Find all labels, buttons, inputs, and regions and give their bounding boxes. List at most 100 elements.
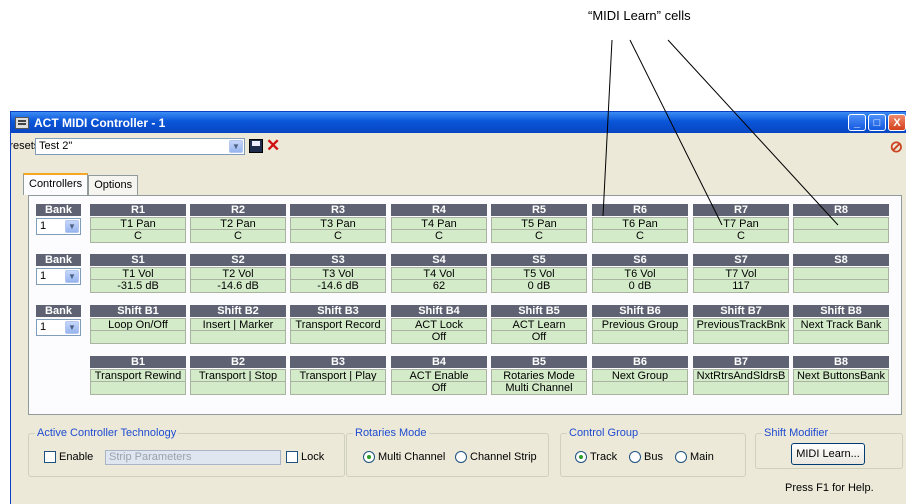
strip-parameters-field[interactable]: Strip Parameters (105, 450, 281, 465)
bank-dropdown[interactable]: 1 ▼ (36, 268, 81, 285)
tab-options[interactable]: Options (88, 175, 139, 195)
controller-assignment[interactable]: T7 Vol (693, 267, 789, 280)
radio-track[interactable]: Track (575, 451, 617, 464)
controller-cell: Shift B8 Next Track Bank (793, 305, 889, 344)
bank-dropdown[interactable]: 1 ▼ (36, 218, 81, 235)
close-button[interactable]: X (888, 114, 906, 131)
controller-cell: B4 ACT Enable Off (391, 356, 487, 395)
lock-checkbox[interactable]: Lock (286, 451, 324, 464)
save-icon[interactable] (249, 139, 263, 153)
bank-selector: Bank 1 ▼ (36, 305, 81, 336)
controller-value: 0 dB (592, 280, 688, 293)
controller-header: B1 (90, 356, 186, 368)
controller-assignment[interactable]: Previous Group (592, 318, 688, 331)
controller-assignment[interactable]: T5 Pan (491, 217, 587, 230)
controller-assignment[interactable]: T3 Vol (290, 267, 386, 280)
enable-checkbox[interactable]: Enable (44, 451, 93, 464)
chevron-down-icon[interactable]: ▼ (65, 321, 79, 334)
controller-assignment[interactable]: Next Track Bank (793, 318, 889, 331)
bank-selector: Bank 1 ▼ (36, 254, 81, 285)
controller-cell: R6 T6 Pan C (592, 204, 688, 243)
control-group-groupbox: Control Group Track Bus Main (560, 427, 746, 477)
controller-assignment[interactable]: Transport | Stop (190, 369, 286, 382)
delete-icon[interactable]: ✕ (266, 136, 280, 156)
controller-cell: R3 T3 Pan C (290, 204, 386, 243)
controller-header: Shift B2 (190, 305, 286, 317)
controller-value: 117 (693, 280, 789, 293)
radio-channel-strip-dot[interactable] (455, 451, 467, 464)
radio-main[interactable]: Main (675, 451, 714, 464)
bank-value: 1 (40, 321, 47, 333)
controller-cell: Shift B5 ACT Learn Off (491, 305, 587, 344)
controller-cell: B8 Next ButtonsBank (793, 356, 889, 395)
controller-cell: R1 T1 Pan C (90, 204, 186, 243)
controller-assignment[interactable] (793, 217, 889, 230)
midi-learn-callout: “MIDI Learn” cells (588, 8, 691, 23)
controller-assignment[interactable]: T2 Vol (190, 267, 286, 280)
controller-assignment[interactable]: Next Group (592, 369, 688, 382)
disable-icon[interactable]: ⊘ (890, 137, 903, 157)
bank-dropdown[interactable]: 1 ▼ (36, 319, 81, 336)
controller-header: R7 (693, 204, 789, 216)
controller-assignment[interactable]: Transport Rewind (90, 369, 186, 382)
controller-assignment[interactable]: Loop On/Off (90, 318, 186, 331)
controller-cell: B7 NxtRtrsAndSldrsB (693, 356, 789, 395)
controller-assignment[interactable]: NxtRtrsAndSldrsB (693, 369, 789, 382)
controller-assignment[interactable]: Insert | Marker (190, 318, 286, 331)
controller-cell: Shift B4 ACT Lock Off (391, 305, 487, 344)
bus-label: Bus (644, 451, 663, 464)
controller-assignment[interactable]: ACT Enable (391, 369, 487, 382)
title-bar[interactable]: ACT MIDI Controller - 1 _ □ X (11, 112, 906, 133)
minimize-button[interactable]: _ (848, 114, 866, 131)
act-groupbox: Active Controller Technology Enable Stri… (28, 427, 345, 477)
controller-assignment[interactable] (793, 267, 889, 280)
radio-multi-channel[interactable]: Multi Channel (363, 451, 445, 464)
controller-assignment[interactable]: Transport | Play (290, 369, 386, 382)
controller-header: S3 (290, 254, 386, 266)
controller-value (190, 331, 286, 344)
controller-header: B4 (391, 356, 487, 368)
controller-assignment[interactable]: ACT Lock (391, 318, 487, 331)
controller-cell: S3 T3 Vol -14.6 dB (290, 254, 386, 293)
controller-assignment[interactable]: T7 Pan (693, 217, 789, 230)
controller-header: B5 (491, 356, 587, 368)
radio-main-dot[interactable] (675, 451, 687, 464)
controller-assignment[interactable]: Transport Record (290, 318, 386, 331)
presets-combo[interactable]: Test 2" ▼ (35, 138, 245, 155)
controller-assignment[interactable]: T5 Vol (491, 267, 587, 280)
chevron-down-icon[interactable]: ▼ (65, 220, 79, 233)
controller-assignment[interactable]: T4 Vol (391, 267, 487, 280)
controller-assignment[interactable]: Rotaries Mode (491, 369, 587, 382)
radio-bus[interactable]: Bus (629, 451, 663, 464)
radio-multi-channel-dot[interactable] (363, 451, 375, 464)
control-group-title: Control Group (567, 427, 641, 439)
controller-assignment[interactable]: T6 Pan (592, 217, 688, 230)
controller-assignment[interactable]: ACT Learn (491, 318, 587, 331)
chevron-down-icon[interactable]: ▼ (65, 270, 79, 283)
controller-assignment[interactable]: T1 Vol (90, 267, 186, 280)
controller-value (693, 382, 789, 395)
controller-cell: S8 (793, 254, 889, 293)
controller-assignment[interactable]: PreviousTrackBnk (693, 318, 789, 331)
radio-bus-dot[interactable] (629, 451, 641, 464)
radio-track-dot[interactable] (575, 451, 587, 464)
controller-assignment[interactable]: T1 Pan (90, 217, 186, 230)
chevron-down-icon[interactable]: ▼ (229, 140, 243, 153)
controller-cell: R7 T7 Pan C (693, 204, 789, 243)
controller-assignment[interactable]: Next ButtonsBank (793, 369, 889, 382)
controller-assignment[interactable]: T3 Pan (290, 217, 386, 230)
controller-assignment[interactable]: T2 Pan (190, 217, 286, 230)
controller-value (693, 331, 789, 344)
controller-cell: S7 T7 Vol 117 (693, 254, 789, 293)
controller-header: B6 (592, 356, 688, 368)
controller-header: B2 (190, 356, 286, 368)
tab-controllers[interactable]: Controllers (23, 173, 89, 195)
controller-assignment[interactable]: T4 Pan (391, 217, 487, 230)
radio-channel-strip[interactable]: Channel Strip (455, 451, 537, 464)
maximize-button[interactable]: □ (868, 114, 886, 131)
enable-checkbox-box[interactable] (44, 451, 56, 464)
controller-assignment[interactable]: T6 Vol (592, 267, 688, 280)
lock-checkbox-box[interactable] (286, 451, 298, 464)
midi-learn-button[interactable]: MIDI Learn... (791, 443, 865, 465)
window-title: ACT MIDI Controller - 1 (34, 115, 166, 130)
